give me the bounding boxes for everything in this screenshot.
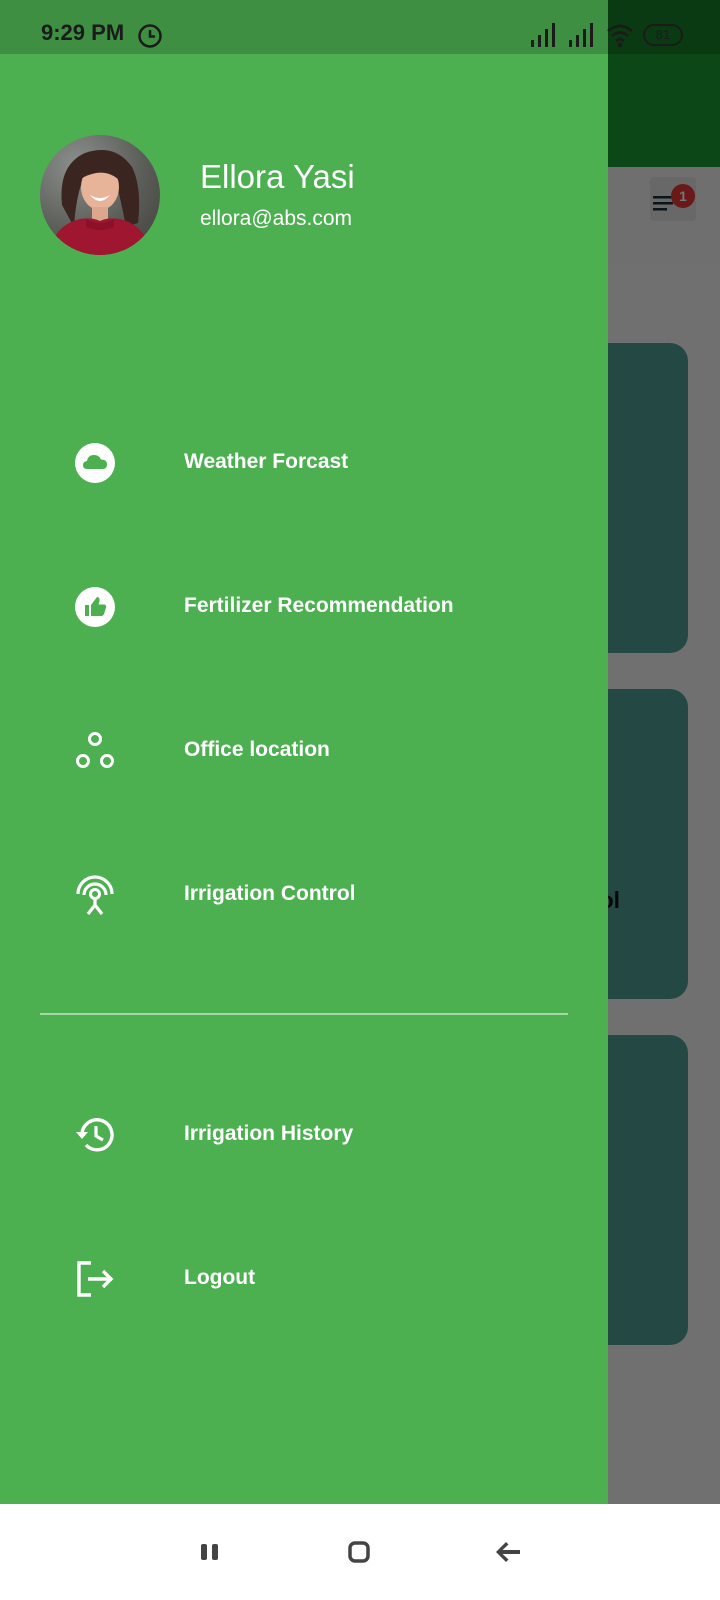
sprinkler-signal-icon xyxy=(76,875,114,915)
menu-item-label: Irrigation Control xyxy=(184,882,356,905)
menu-item-label: Weather Forcast xyxy=(184,450,349,473)
menu-item-fertilizer-recommendation[interactable]: Fertilizer Recommendation xyxy=(0,557,608,657)
logout-icon xyxy=(77,1261,114,1297)
avatar[interactable] xyxy=(40,135,160,255)
user-name: Ellora Yasi xyxy=(200,158,355,195)
history-icon xyxy=(76,1118,114,1152)
menu-item-logout[interactable]: Logout xyxy=(0,1229,608,1329)
menu-item-irrigation-control[interactable]: Irrigation Control xyxy=(0,845,608,945)
signal-icon xyxy=(569,23,593,47)
menu-item-label: Irrigation History xyxy=(184,1122,354,1145)
battery-indicator: 81 xyxy=(643,24,683,46)
drawer-divider xyxy=(40,1013,568,1015)
location-dots-icon xyxy=(76,732,114,768)
menu-item-label: Fertilizer Recommendation xyxy=(184,594,454,617)
recents-icon[interactable] xyxy=(196,1538,224,1566)
menu-item-label: Logout xyxy=(184,1266,256,1289)
back-icon[interactable] xyxy=(493,1538,523,1566)
cloud-icon xyxy=(75,443,115,483)
menu-item-office-location[interactable]: Office location xyxy=(0,701,608,801)
menu-item-weather-forecast[interactable]: Weather Forcast xyxy=(0,413,608,513)
status-bar: 9:29 PM 81 xyxy=(0,0,720,54)
user-email: ellora@abs.com xyxy=(200,207,353,230)
menu-item-label: Office location xyxy=(184,738,330,761)
clock-icon xyxy=(138,24,162,48)
wifi-icon xyxy=(607,24,633,48)
avatar-image xyxy=(48,150,152,255)
status-time: 9:29 PM xyxy=(41,20,125,45)
fertilizer-icon xyxy=(75,587,115,627)
menu-item-irrigation-history[interactable]: Irrigation History xyxy=(0,1085,608,1185)
home-icon[interactable] xyxy=(345,1538,373,1566)
signal-icon xyxy=(531,23,555,47)
navigation-drawer: Ellora Yasi ellora@abs.com Weather Forca… xyxy=(0,0,608,1504)
